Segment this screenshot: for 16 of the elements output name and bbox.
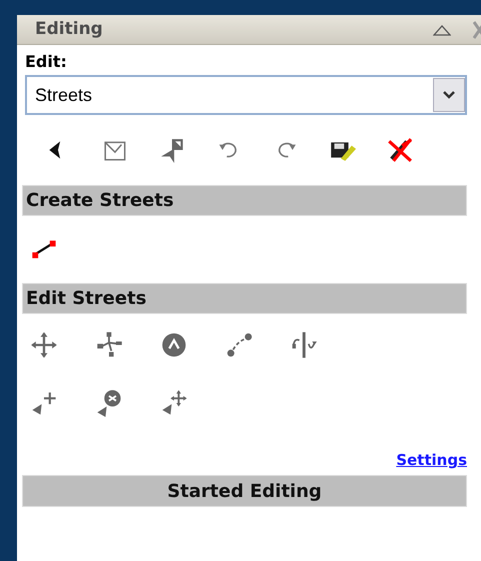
edit-label: Edit: — [25, 51, 68, 73]
split-icon[interactable] — [290, 331, 318, 359]
settings-link[interactable]: Settings — [396, 450, 467, 470]
move-icon[interactable] — [30, 331, 58, 359]
section-header: Create Streets — [22, 185, 467, 216]
vertex-edit-icon[interactable] — [95, 331, 123, 359]
move-vertex-icon[interactable] — [160, 389, 188, 417]
reshape-icon[interactable] — [225, 331, 253, 359]
collapse-icon[interactable] — [433, 24, 451, 36]
flag-icon[interactable] — [159, 137, 185, 163]
delete-vertex-icon[interactable] — [95, 389, 123, 417]
cancel-edits-icon[interactable] — [387, 137, 413, 163]
section-header: Edit Streets — [22, 283, 467, 314]
panel-title: Editing — [35, 18, 104, 41]
status-header: Started Editing — [22, 475, 467, 507]
layer-dropdown[interactable]: Streets — [25, 75, 467, 115]
